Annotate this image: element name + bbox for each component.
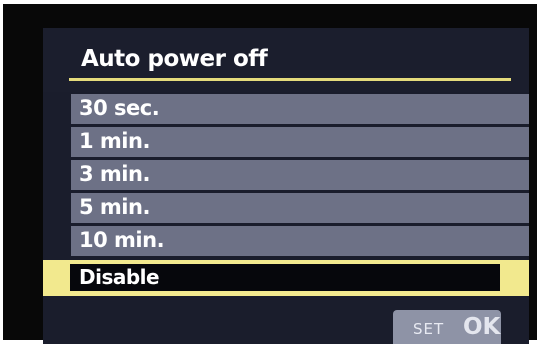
option-30-sec[interactable]: 30 sec. [71,94,529,124]
option-5-min[interactable]: 5 min. [71,193,529,223]
ok-label: OK [463,314,501,340]
option-label: 10 min. [79,228,165,252]
menu-title: Auto power off [81,46,268,72]
option-label: 1 min. [79,129,150,153]
camera-lcd-screen: Auto power off 30 sec. 1 min. 3 min. 5 m… [43,28,529,344]
option-label: 3 min. [79,162,150,186]
option-label: Disable [79,265,160,289]
option-1-min[interactable]: 1 min. [71,127,529,157]
photo-frame: Auto power off 30 sec. 1 min. 3 min. 5 m… [0,0,539,344]
title-underline [69,78,511,81]
set-ok-button[interactable]: SET OK [393,310,501,344]
menu-header: Auto power off [43,28,529,92]
option-label: 5 min. [79,195,150,219]
set-label: SET [413,320,445,338]
camera-bezel: Auto power off 30 sec. 1 min. 3 min. 5 m… [3,4,537,344]
option-label: 30 sec. [79,96,160,120]
option-10-min[interactable]: 10 min. [71,226,529,256]
option-disable-selected[interactable]: Disable [43,260,529,296]
option-3-min[interactable]: 3 min. [71,160,529,190]
